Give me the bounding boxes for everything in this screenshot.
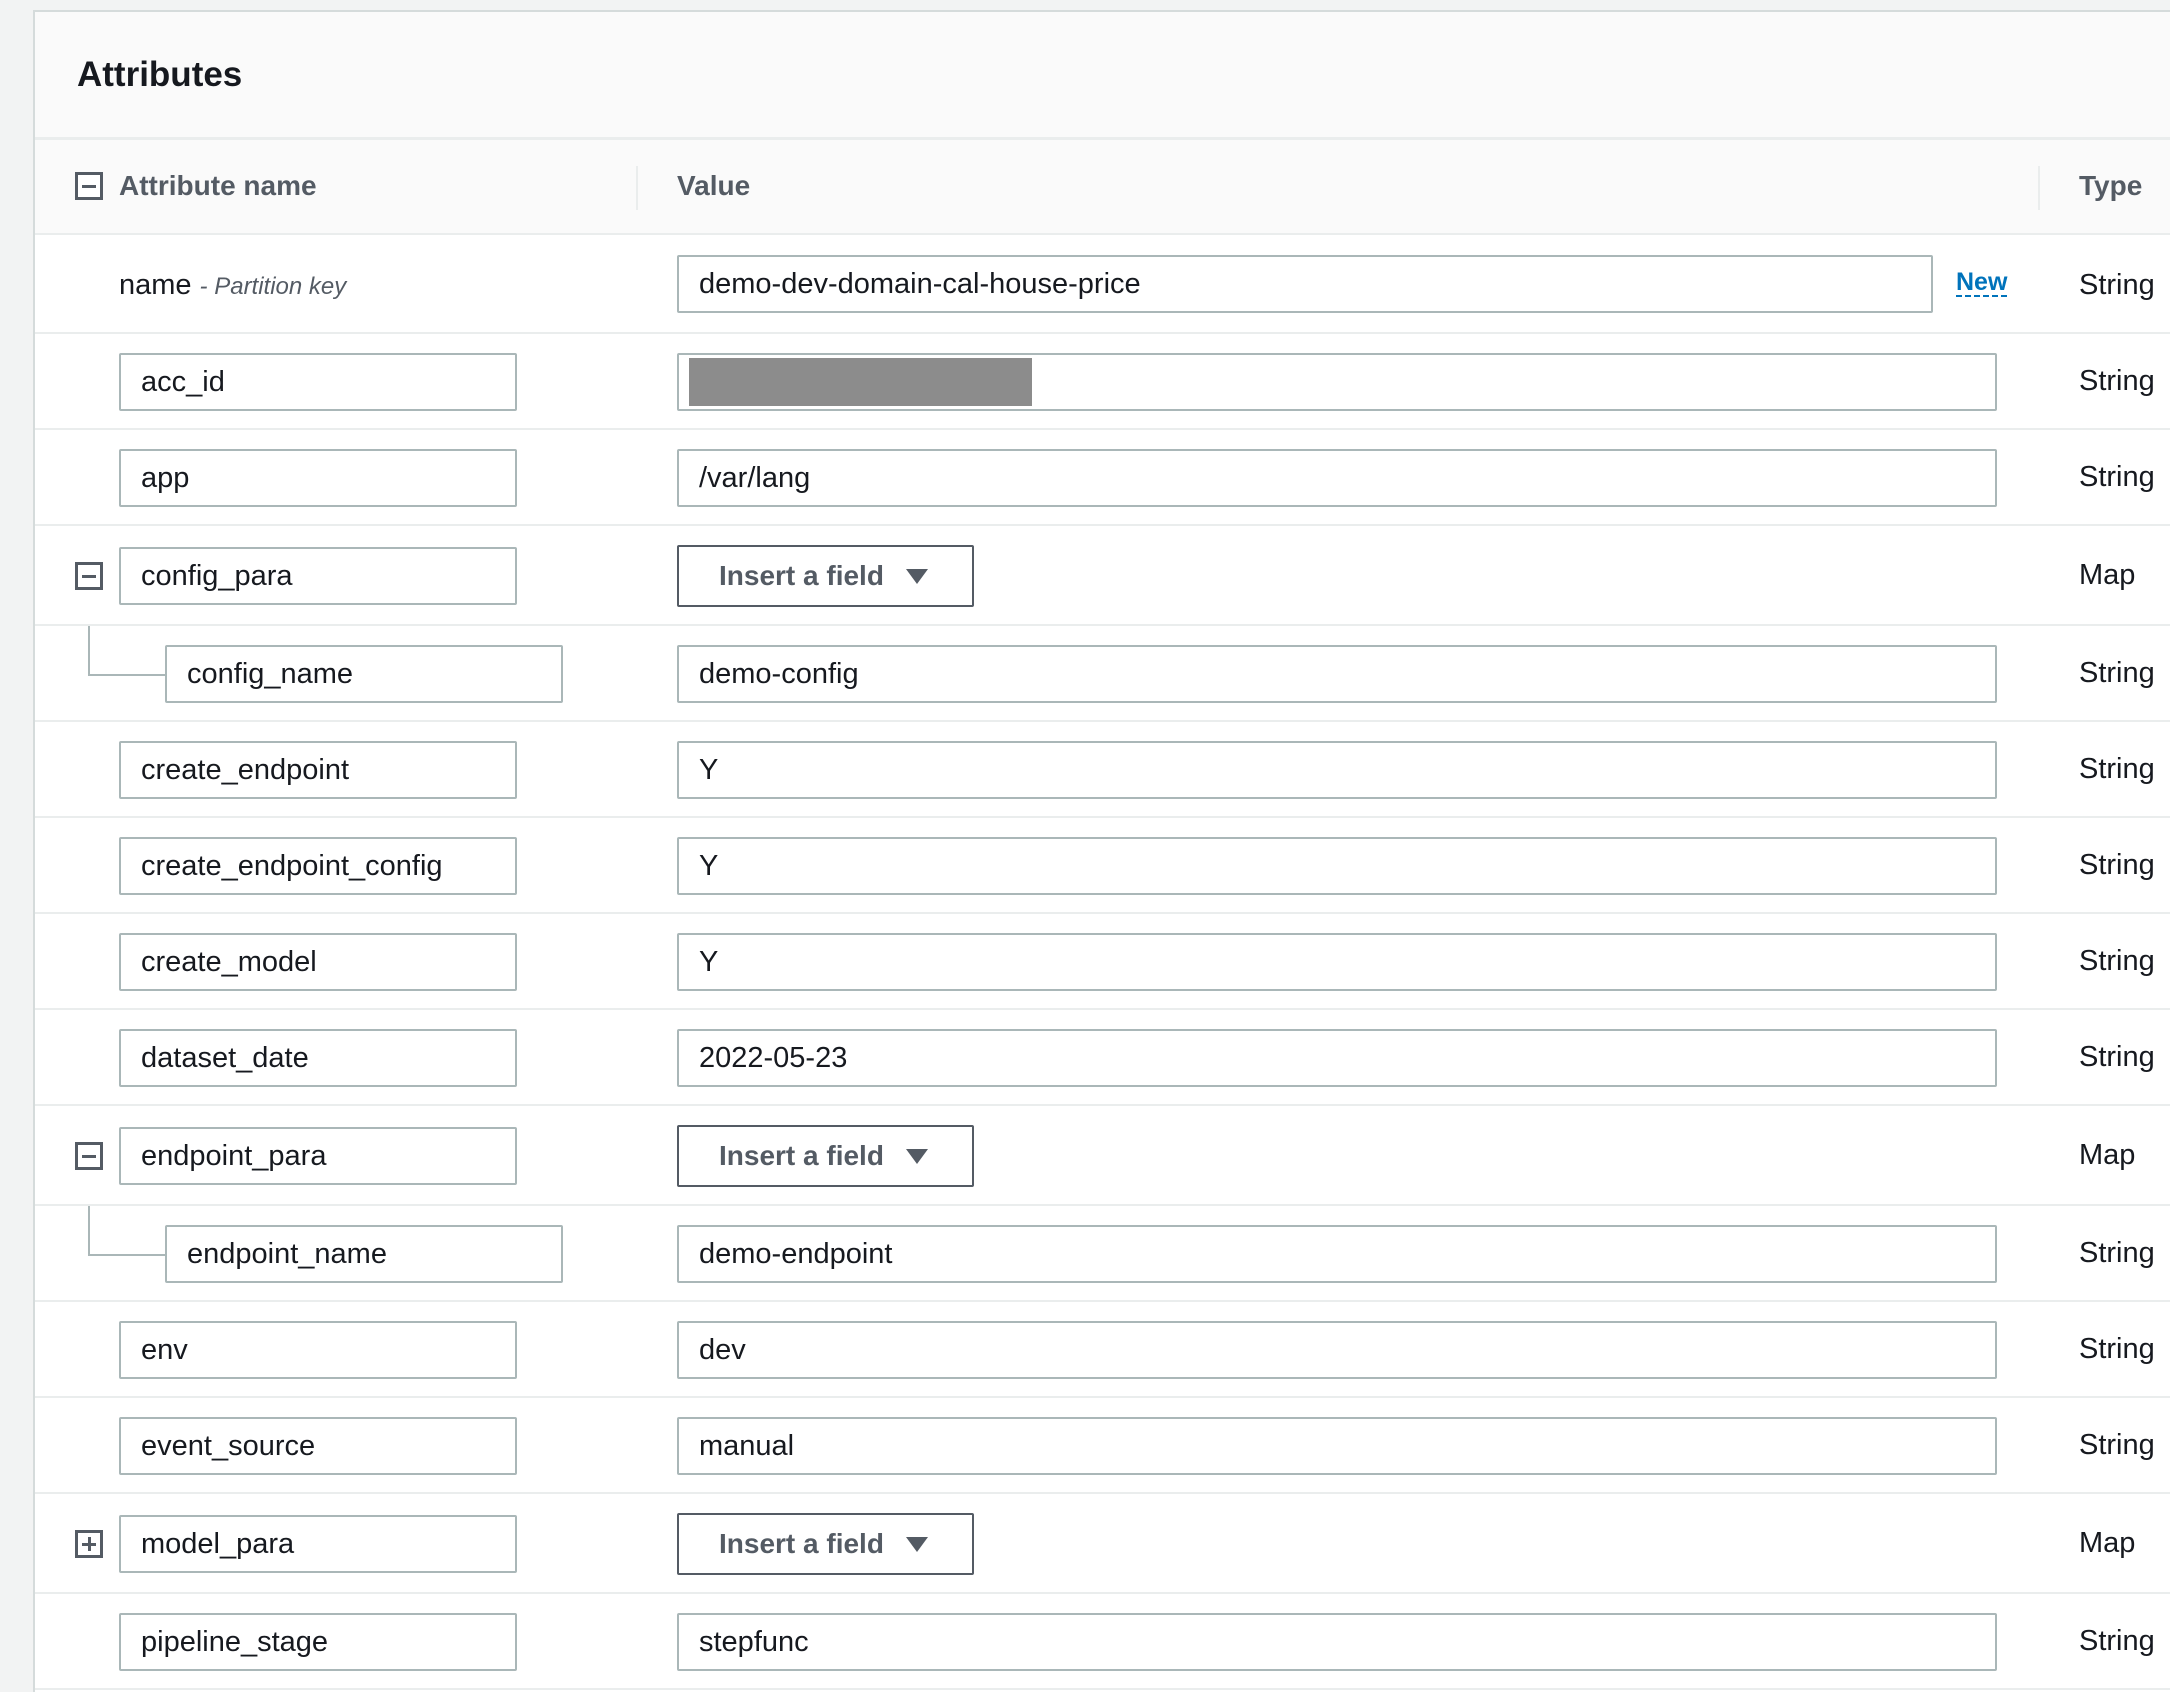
attribute-row: create_endpoint Y String [35, 722, 2170, 818]
attribute-name-input[interactable]: endpoint_name [165, 1225, 563, 1283]
partition-key-hint: - Partition key [199, 273, 347, 300]
attribute-row: app/var/lang String [35, 430, 2170, 526]
column-header-row: Attribute name Value Type [35, 140, 2170, 235]
attribute-name-input[interactable]: dataset_date [119, 1029, 517, 1087]
attribute-name-input[interactable]: model_para [119, 1515, 517, 1573]
caret-down-icon [905, 568, 928, 584]
attribute-value-input[interactable]: Y [677, 837, 1997, 895]
attribute-value-input[interactable]: Y [677, 741, 1997, 799]
collapse-icon[interactable] [75, 562, 103, 590]
attribute-name-input[interactable]: create_endpoint [119, 741, 517, 799]
partition-key-row: name - Partition key demo-dev-domain-cal-… [35, 237, 2170, 334]
attribute-row: dataset_date 2022-05-23 String [35, 1010, 2170, 1106]
attribute-name-input[interactable]: acc_id [119, 353, 517, 411]
type-label: String [2079, 849, 2155, 881]
attribute-row: acc_id String [35, 334, 2170, 430]
type-label: String [2079, 1041, 2155, 1073]
type-label: String [2079, 461, 2155, 493]
attribute-row: pipeline_stage stepfunc String [35, 1594, 2170, 1690]
attribute-name-input[interactable]: config_name [165, 645, 563, 703]
type-label: String [2079, 1625, 2155, 1657]
attribute-name-input[interactable]: config_para [119, 547, 517, 605]
type-label: String [2079, 1429, 2155, 1461]
insert-field-label: Insert a field [719, 1528, 884, 1559]
redaction-block [689, 358, 1032, 406]
tree-connector [88, 1254, 165, 1256]
attribute-value-input[interactable]: 2022-05-23 [677, 1029, 1997, 1087]
new-link[interactable]: New [1956, 269, 2008, 297]
attribute-row: env dev String [35, 1302, 2170, 1398]
column-header-attribute-name: Attribute name [119, 170, 317, 201]
expand-icon[interactable] [75, 1530, 103, 1558]
attribute-row: create_endpoint_config Y String [35, 818, 2170, 914]
type-label: String [2079, 657, 2155, 689]
type-label: String [2079, 1237, 2155, 1269]
attribute-name-input[interactable]: app [119, 449, 517, 507]
tree-connector [88, 626, 90, 675]
type-label: Map [2079, 559, 2136, 591]
attribute-row: create_model Y String [35, 914, 2170, 1010]
tree-connector [88, 674, 165, 676]
insert-field-button[interactable]: Insert a field [677, 1125, 974, 1187]
insert-field-label: Insert a field [719, 560, 884, 591]
insert-field-button[interactable]: Insert a field [677, 545, 974, 607]
attribute-row: event_source manual String [35, 1398, 2170, 1494]
type-label: String [2079, 945, 2155, 977]
partition-key-name: name - Partition key [119, 269, 347, 301]
attribute-value-input[interactable]: dev [677, 1321, 1997, 1379]
attribute-row: endpoint_para Insert a field Map [35, 1106, 2170, 1206]
caret-down-icon [905, 1148, 928, 1164]
column-header-type: Type [2079, 170, 2143, 201]
attribute-row: config_name demo-config String [35, 626, 2170, 722]
panel-header: Attributes [35, 12, 2170, 140]
attribute-row: model_para Insert a field Map [35, 1494, 2170, 1594]
panel-title: Attributes [77, 54, 243, 94]
attribute-value-input[interactable]: demo-config [677, 645, 1997, 703]
type-label: String [2079, 269, 2155, 301]
collapse-icon[interactable] [75, 1142, 103, 1170]
type-label: Map [2079, 1139, 2136, 1171]
attribute-value-input[interactable]: stepfunc [677, 1613, 1997, 1671]
type-label: String [2079, 1333, 2155, 1365]
attribute-name-input[interactable]: event_source [119, 1417, 517, 1475]
attribute-name-input[interactable]: pipeline_stage [119, 1613, 517, 1671]
attribute-value-input[interactable]: Y [677, 933, 1997, 991]
redacted-value-input[interactable] [677, 353, 1997, 411]
insert-field-button[interactable]: Insert a field [677, 1513, 974, 1575]
type-label: Map [2079, 1527, 2136, 1559]
attribute-value-input[interactable]: manual [677, 1417, 1997, 1475]
attribute-value-input[interactable]: /var/lang [677, 449, 1997, 507]
attribute-name-input[interactable]: create_endpoint_config [119, 837, 517, 895]
column-header-value: Value [677, 170, 751, 201]
type-label: String [2079, 753, 2155, 785]
attribute-name-input[interactable]: create_model [119, 933, 517, 991]
attribute-name-input[interactable]: endpoint_para [119, 1127, 517, 1185]
attribute-row: endpoint_name demo-endpoint String [35, 1206, 2170, 1302]
collapse-all-icon[interactable] [75, 172, 103, 200]
tree-connector [88, 1206, 90, 1255]
caret-down-icon [905, 1536, 928, 1552]
attribute-name-input[interactable]: env [119, 1321, 517, 1379]
partition-key-value-input[interactable]: demo-dev-domain-cal-house-price [677, 255, 1933, 313]
attribute-row: config_para Insert a field Map [35, 526, 2170, 626]
attributes-panel: Attributes Attribute name Value Type nam… [33, 10, 2170, 1692]
type-label: String [2079, 365, 2155, 397]
attribute-value-input[interactable]: demo-endpoint [677, 1225, 1997, 1283]
insert-field-label: Insert a field [719, 1140, 884, 1171]
